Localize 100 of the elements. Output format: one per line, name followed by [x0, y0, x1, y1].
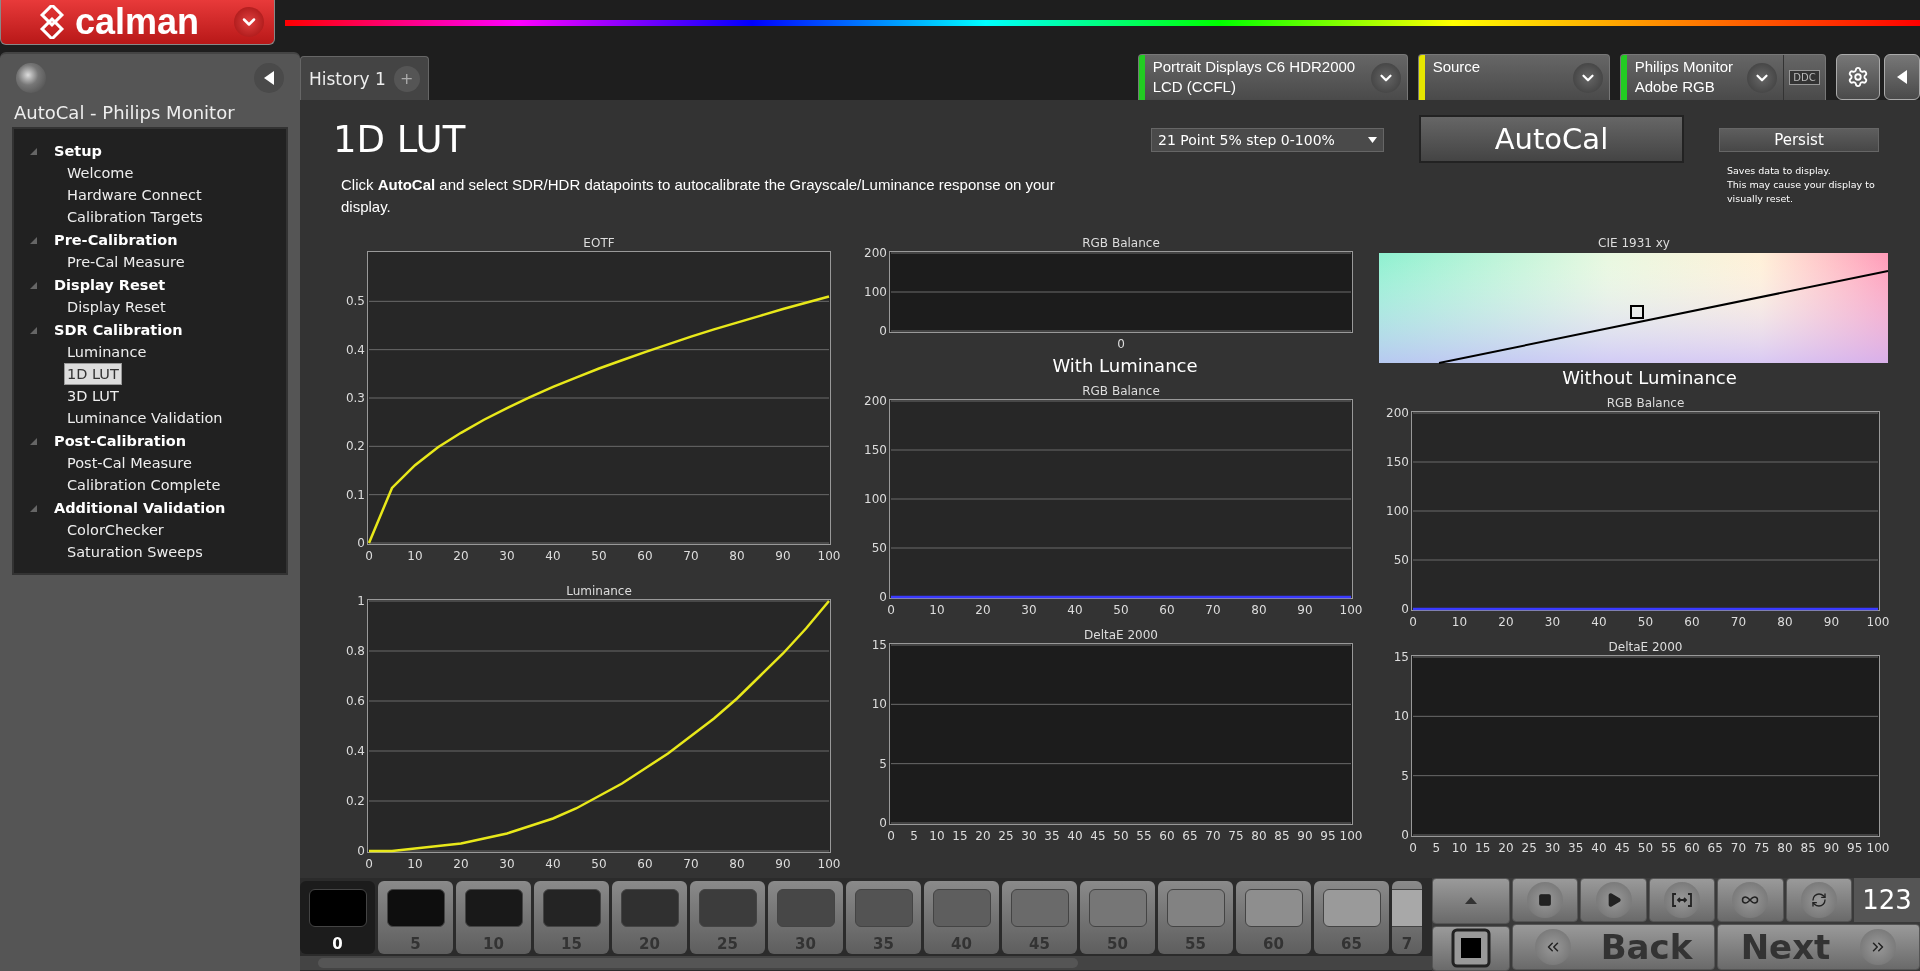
tick-label: 80: [1251, 603, 1267, 617]
play-button[interactable]: [1580, 878, 1647, 922]
device-selector[interactable]: Source: [1417, 54, 1610, 100]
scrollbar[interactable]: [300, 956, 1432, 970]
persist-button[interactable]: Persist: [1719, 128, 1879, 152]
settings-button[interactable]: [1836, 54, 1880, 100]
device-selector[interactable]: Portrait Displays C6 HDR2000 LCD (CCFL): [1137, 54, 1408, 100]
dropdown-caret-button[interactable]: [1370, 62, 1401, 93]
tick-label: 15: [952, 829, 968, 843]
tick-label: 0: [357, 844, 365, 858]
bracket-arrows-icon: [1672, 893, 1692, 907]
tick-label: 15: [1393, 650, 1409, 664]
tree-item[interactable]: 3D LUT: [64, 385, 122, 407]
tree-item[interactable]: 1D LUT: [64, 363, 122, 385]
tick-label: 0.3: [345, 391, 365, 405]
knob-button[interactable]: [16, 63, 46, 93]
tick-label: 0: [879, 590, 887, 604]
tree-group[interactable]: Post-Calibration: [54, 432, 187, 449]
tick-label: 100: [864, 285, 887, 299]
tick-label: 40: [545, 549, 561, 563]
tick-label: 10: [871, 697, 887, 712]
page-description: Click AutoCal and select SDR/HDR datapoints to autocalibrate the Grayscale/Luminance response on your display.: [341, 175, 1056, 217]
range-button[interactable]: [1648, 878, 1716, 922]
tree-item[interactable]: ColorChecker: [64, 519, 167, 541]
tick-label: 100: [817, 857, 841, 871]
tick-label: 35: [1044, 829, 1060, 843]
persist-note: Saves data to display. This may cause your display to visually reset.: [1727, 164, 1876, 206]
caret-icon: [1368, 137, 1377, 143]
tick-label: 45: [1614, 841, 1630, 855]
tab-label: History 1: [309, 68, 386, 89]
ddc-button[interactable]: DDC: [1783, 55, 1825, 100]
square-icon: [1451, 928, 1491, 969]
tree-item[interactable]: Post-Cal Measure: [64, 452, 195, 474]
device-selector[interactable]: Philips Monitor Adobe RGB DDC: [1619, 54, 1826, 100]
section-heading: Without Luminance: [1561, 366, 1738, 390]
tick-label: 5: [1432, 841, 1441, 855]
tree-item[interactable]: Luminance: [64, 341, 150, 363]
tick-label: 0.8: [345, 644, 365, 658]
tick-label: 40: [1591, 615, 1607, 629]
stop-pattern-button[interactable]: [1432, 925, 1510, 971]
tick-label: 10: [407, 549, 423, 563]
device-name: Philips Monitor: [1634, 57, 1733, 77]
tick-label: 20: [975, 829, 991, 843]
tick-label: 30: [499, 549, 515, 563]
tree-item[interactable]: Display Reset: [64, 296, 169, 318]
tick-label: 55: [1661, 841, 1677, 855]
collapse-button[interactable]: [254, 63, 284, 93]
history-tab[interactable]: History 1 +: [300, 56, 429, 100]
loop-button[interactable]: [1717, 878, 1784, 922]
tree-item[interactable]: Welcome: [64, 162, 137, 184]
tick-label: 75: [1754, 841, 1770, 855]
collapse-panel-button[interactable]: [1884, 54, 1920, 100]
menu-dropdown-button[interactable]: [234, 7, 264, 37]
tick-label: 0: [879, 816, 887, 830]
dropdown-caret-button[interactable]: [1747, 62, 1777, 93]
datapoints-dropdown[interactable]: 21 Point 5% step 0-100%: [1151, 128, 1384, 152]
tick-label: 70: [683, 549, 699, 563]
tick-label: 200: [864, 394, 887, 408]
tree-item[interactable]: Pre-Cal Measure: [64, 251, 188, 273]
tick-label: 100: [1866, 615, 1890, 629]
tick-label: 0: [1409, 615, 1417, 629]
autocal-button[interactable]: AutoCal: [1419, 115, 1684, 163]
tick-label: 90: [1297, 603, 1313, 617]
stop-button[interactable]: [1512, 878, 1579, 922]
tree-item[interactable]: Saturation Sweeps: [64, 541, 206, 563]
tree-group[interactable]: Display Reset: [54, 276, 166, 293]
chart-title: Luminance: [566, 584, 632, 598]
tree-item[interactable]: Calibration Complete: [64, 474, 224, 496]
tick-label: 50: [1637, 615, 1654, 629]
patch-button[interactable]: 0: [300, 881, 375, 954]
tree-group[interactable]: Setup: [54, 142, 102, 159]
tick-label: 50: [1393, 553, 1409, 567]
refresh-button[interactable]: [1785, 878, 1853, 922]
device-mode: Adobe RGB: [1634, 77, 1716, 97]
tick-label: 100: [864, 492, 887, 506]
tick-label: 70: [1205, 829, 1221, 843]
tick-label: 0: [1401, 602, 1409, 616]
tick-label: 0.5: [345, 294, 365, 309]
tick-label: 60: [637, 857, 653, 871]
tree-item[interactable]: Calibration Targets: [64, 206, 206, 228]
app-logo[interactable]: calman: [0, 0, 275, 45]
tick-label: 60: [1159, 603, 1175, 617]
tick-label: 35: [1568, 841, 1584, 855]
tick-label: 5: [910, 829, 918, 843]
tree-group[interactable]: SDR Calibration: [54, 321, 183, 338]
tree-group[interactable]: Additional Validation: [54, 499, 226, 516]
tick-label: 200: [864, 246, 887, 260]
tick-label: 5: [1401, 768, 1409, 783]
chart-title: CIE 1931 xy: [1598, 236, 1670, 250]
dropdown-caret-button[interactable]: [1572, 62, 1603, 93]
tick-label: 0: [1117, 337, 1125, 351]
tick-label: 85: [1274, 829, 1290, 843]
tick-label: 55: [1136, 829, 1152, 843]
workflow-title: AutoCal - Philips Monitor: [14, 102, 236, 123]
chart-title: RGB Balance: [1082, 236, 1160, 250]
tick-label: 0.6: [345, 694, 365, 708]
tree-item[interactable]: Hardware Connect: [64, 184, 205, 206]
tree-item[interactable]: Luminance Validation: [64, 407, 226, 429]
tree-group[interactable]: Pre-Calibration: [54, 231, 178, 248]
refresh-icon: [1810, 892, 1827, 908]
